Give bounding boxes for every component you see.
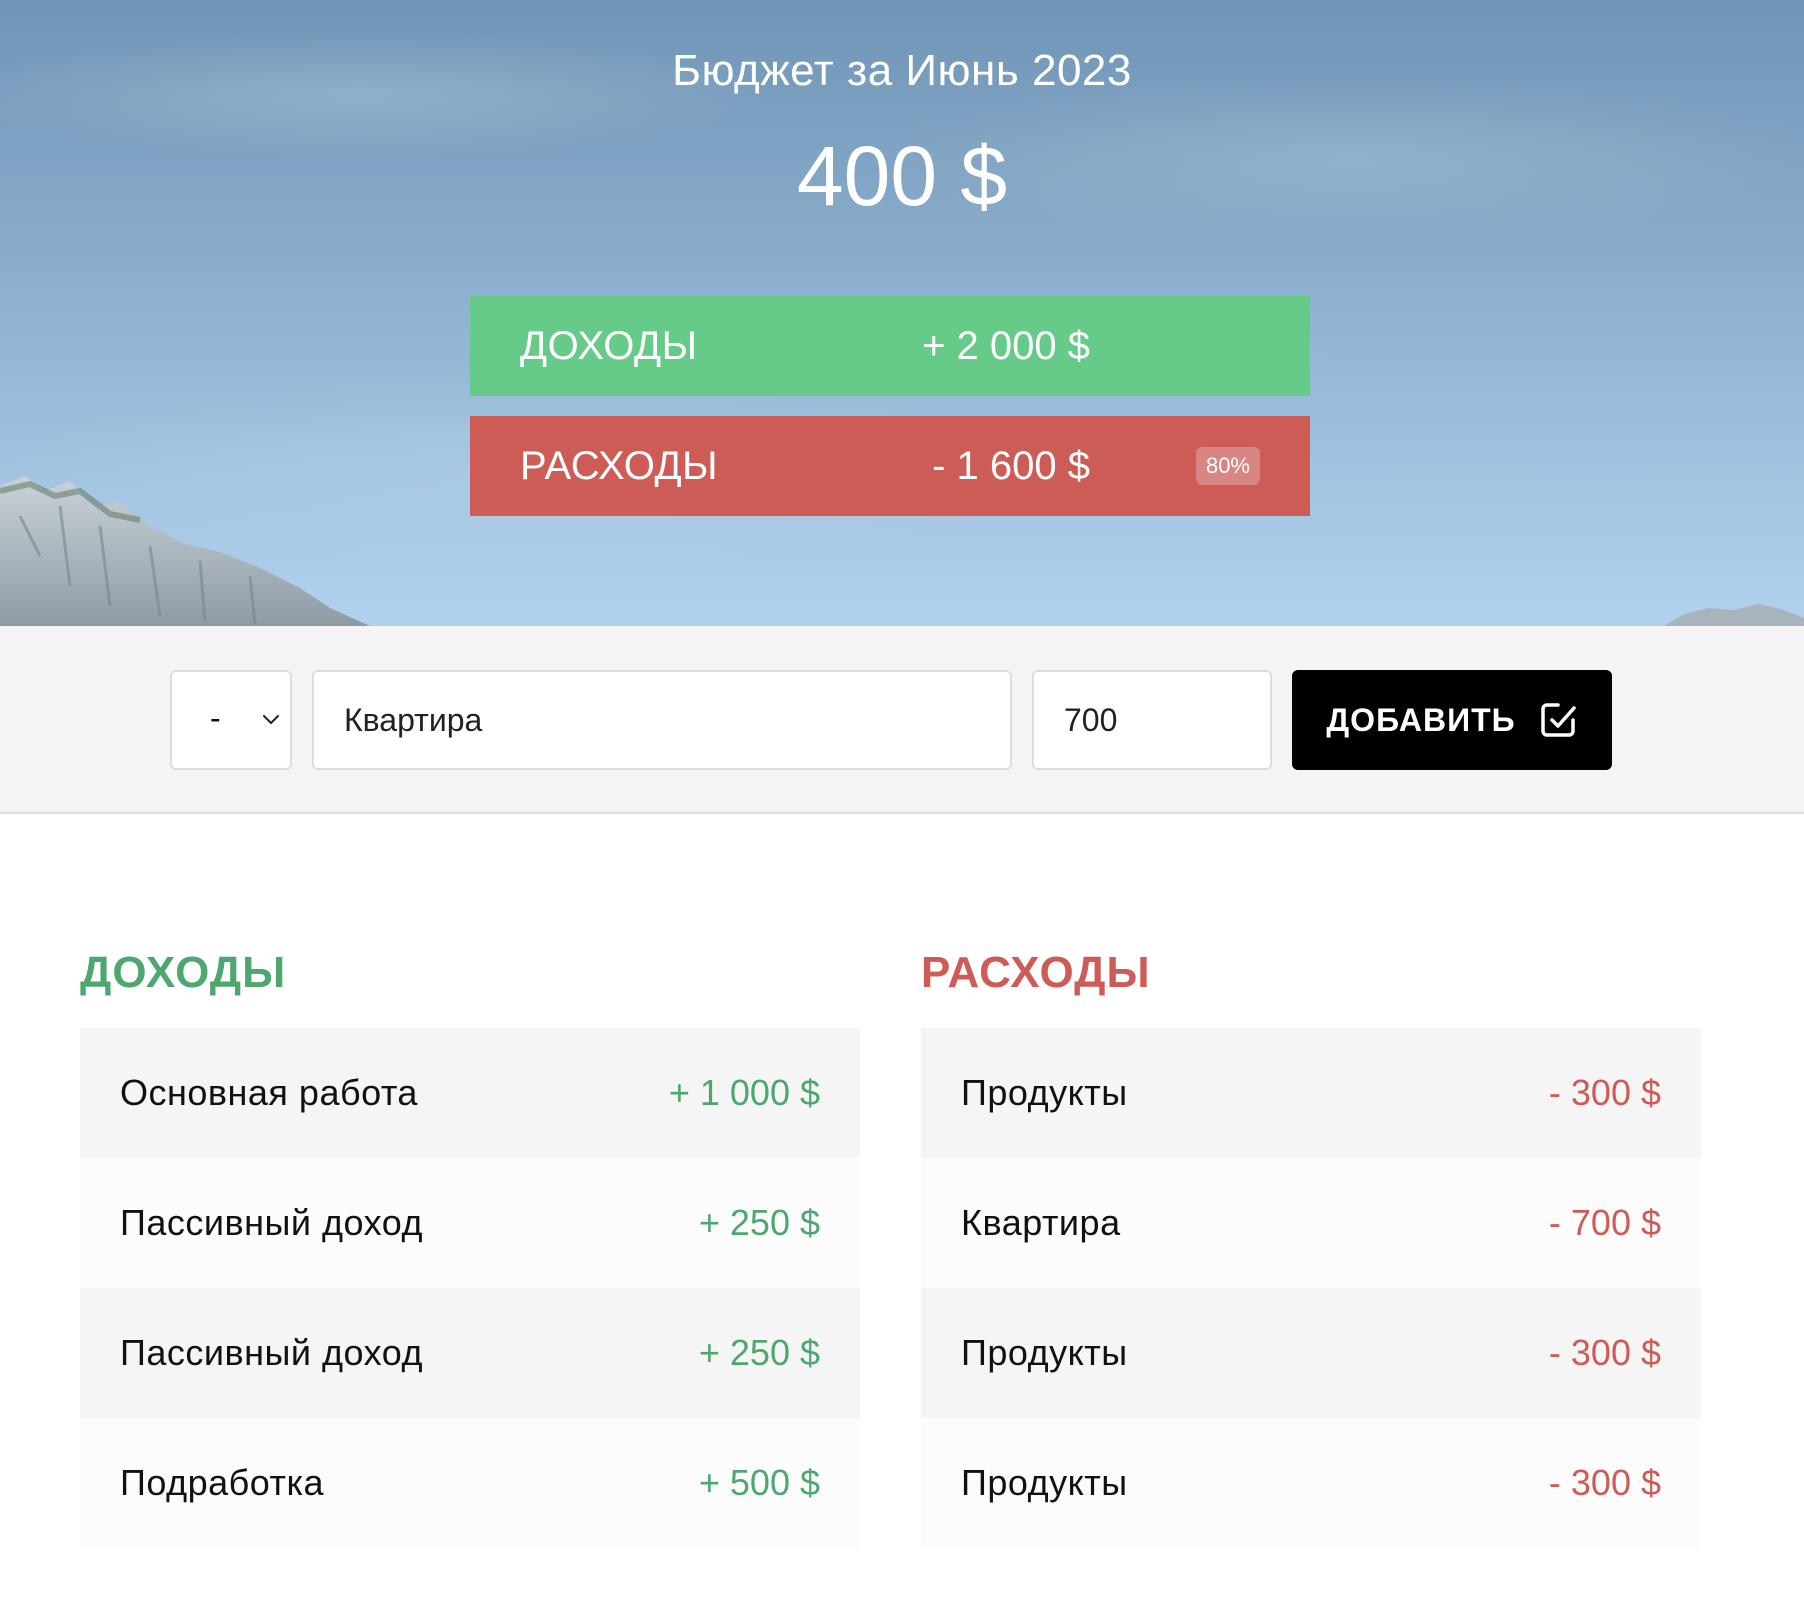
- income-item-value: + 1 000 $: [668, 1072, 820, 1113]
- type-select[interactable]: -: [170, 670, 292, 770]
- income-list-title: ДОХОДЫ: [80, 948, 287, 997]
- check-square-icon: [1540, 703, 1576, 737]
- budget-total: 400 $: [796, 129, 1008, 223]
- income-item-name: Пассивный доход: [120, 1332, 423, 1373]
- expense-item-value: - 300 $: [1548, 1332, 1661, 1373]
- expense-item-name: Продукты: [961, 1332, 1128, 1373]
- add-button[interactable]: ДОБАВИТЬ: [1292, 670, 1612, 770]
- income-summary-value: + 2 000 $: [922, 323, 1090, 368]
- expense-item-name: Продукты: [961, 1462, 1128, 1503]
- expense-item: Продукты - 300 $: [921, 1418, 1701, 1548]
- income-item-value: + 250 $: [698, 1332, 820, 1373]
- income-item: Пассивный доход + 250 $: [80, 1288, 860, 1418]
- expense-list-title: РАСХОДЫ: [921, 948, 1151, 997]
- expense-list: РАСХОДЫ Продукты - 300 $ Квартира - 700 …: [921, 948, 1701, 1548]
- chevron-down-icon: [263, 715, 279, 724]
- expense-summary-value: - 1 600 $: [932, 443, 1090, 488]
- mountain-right-decoration: [1664, 604, 1804, 626]
- budget-header: Бюджет за Июнь 2023 400 $ ДОХОДЫ + 2 000…: [0, 0, 1804, 626]
- income-item-name: Пассивный доход: [120, 1202, 423, 1243]
- expense-item-name: Квартира: [961, 1202, 1121, 1243]
- income-list: ДОХОДЫ Основная работа + 1 000 $ Пассивн…: [80, 948, 860, 1548]
- expense-summary-label: РАСХОДЫ: [520, 443, 719, 488]
- type-select-value: -: [210, 700, 221, 736]
- description-input[interactable]: [312, 670, 1012, 770]
- add-entry-form: - ДОБАВИТЬ: [0, 626, 1804, 814]
- budget-title: Бюджет за Июнь 2023: [672, 46, 1132, 95]
- add-button-label: ДОБАВИТЬ: [1326, 701, 1516, 738]
- expense-percent-badge: 80%: [1195, 447, 1260, 485]
- expense-item-value: - 300 $: [1548, 1462, 1661, 1503]
- amount-input[interactable]: [1032, 670, 1272, 770]
- income-summary: ДОХОДЫ + 2 000 $: [470, 296, 1310, 396]
- income-item-value: + 500 $: [698, 1462, 820, 1503]
- income-item: Подработка + 500 $: [80, 1418, 860, 1548]
- income-item-name: Основная работа: [120, 1072, 418, 1113]
- expense-item: Квартира - 700 $: [921, 1158, 1701, 1288]
- expense-item: Продукты - 300 $: [921, 1288, 1701, 1418]
- income-item: Пассивный доход + 250 $: [80, 1158, 860, 1288]
- expense-item-value: - 700 $: [1548, 1202, 1661, 1243]
- income-item-name: Подработка: [120, 1462, 325, 1503]
- expense-item-value: - 300 $: [1548, 1072, 1661, 1113]
- income-item: Основная работа + 1 000 $: [80, 1028, 860, 1158]
- income-summary-label: ДОХОДЫ: [520, 323, 698, 368]
- expense-item: Продукты - 300 $: [921, 1028, 1701, 1158]
- mountain-left-decoration: [0, 476, 370, 626]
- expense-summary: РАСХОДЫ - 1 600 $ 80%: [470, 416, 1310, 516]
- income-item-value: + 250 $: [698, 1202, 820, 1243]
- expense-item-name: Продукты: [961, 1072, 1128, 1113]
